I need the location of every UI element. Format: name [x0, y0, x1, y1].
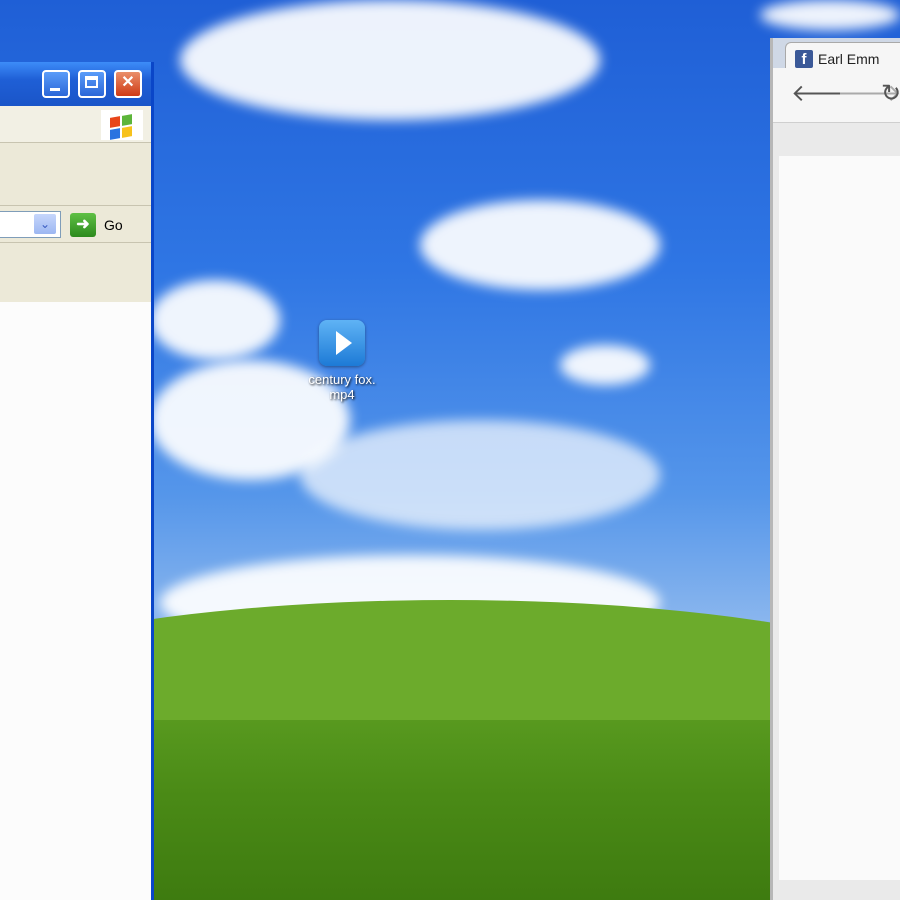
toolbar [0, 143, 151, 206]
logo-quadrant [110, 116, 120, 128]
tab-strip: f Earl Emm [773, 38, 900, 73]
cloud [760, 0, 900, 30]
cloud [300, 420, 660, 530]
browser-window: f Earl Emm 🡐 🡒 ↻ [770, 38, 900, 900]
desktop-icon-video-file[interactable]: century fox.mp4 [306, 320, 378, 402]
menu-bar [0, 106, 151, 143]
address-bar: ⌄ ➜ Go [0, 206, 151, 243]
chevron-down-icon: ⌄ [39, 217, 51, 231]
cloud [560, 345, 650, 385]
cloud [180, 0, 600, 120]
cloud [150, 280, 280, 360]
windows-logo-icon [101, 110, 143, 140]
explorer-window: ✕ ⌄ ➜ Go [0, 62, 154, 900]
reload-button[interactable]: ↻ [881, 82, 900, 106]
logo-quadrant [122, 126, 132, 138]
window-content-area [0, 302, 151, 900]
cloud [420, 200, 660, 290]
browser-toolbar: 🡐 🡒 ↻ [773, 68, 900, 123]
desktop-icon-label: century fox.mp4 [308, 372, 376, 402]
video-file-icon [319, 320, 365, 366]
go-button[interactable]: Go [104, 217, 123, 233]
close-button[interactable]: ✕ [114, 70, 142, 98]
maximize-icon [85, 76, 98, 88]
logo-quadrant [110, 128, 120, 140]
minimize-icon [50, 88, 60, 91]
minimize-button[interactable] [42, 70, 70, 98]
close-icon: ✕ [121, 74, 135, 91]
maximize-button[interactable] [78, 70, 106, 98]
facebook-icon: f [795, 50, 813, 68]
tab-title: Earl Emm [818, 51, 880, 67]
window-titlebar[interactable]: ✕ [0, 62, 151, 106]
address-dropdown-button[interactable]: ⌄ [34, 214, 56, 234]
logo-quadrant [122, 114, 132, 126]
browser-content-area [779, 156, 900, 880]
go-arrow-icon[interactable]: ➜ [70, 213, 96, 237]
